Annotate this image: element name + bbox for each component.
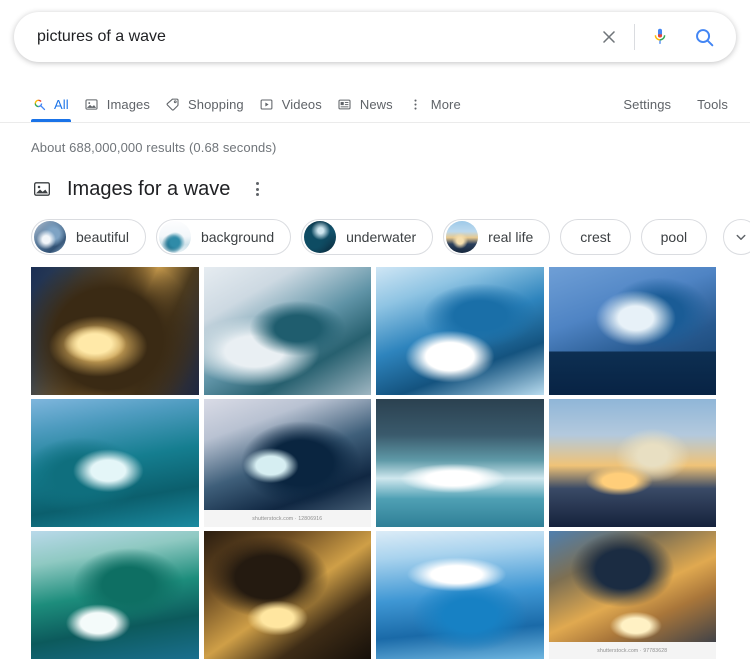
wave-image	[31, 531, 199, 659]
newspaper-icon	[337, 96, 353, 112]
image-result-9[interactable]	[31, 531, 199, 659]
tab-all[interactable]: All	[28, 86, 72, 122]
image-watermark: shutterstock.com · 12806916	[203, 510, 371, 527]
chip-label: underwater	[346, 229, 417, 245]
tab-news[interactable]: News	[334, 86, 396, 122]
chip-thumbnail	[304, 221, 337, 253]
chevron-down-icon	[736, 234, 746, 240]
wave-image	[548, 531, 716, 659]
expand-chips-button[interactable]	[723, 219, 750, 255]
wave-image	[548, 267, 716, 395]
voice-search-button[interactable]	[645, 22, 675, 52]
search-nav-bar: All Images Shopping Videos News More Set…	[0, 86, 750, 122]
image-result-12[interactable]: shutterstock.com · 97783628	[548, 531, 716, 659]
nav-right-actions: Settings Tools	[597, 86, 728, 122]
chip-underwater[interactable]: underwater	[301, 219, 434, 255]
image-result-1[interactable]	[31, 267, 199, 395]
chip-real-life[interactable]: real life	[443, 219, 551, 255]
images-block-menu-button[interactable]	[248, 178, 266, 200]
page-title: Images for a wave	[67, 177, 231, 200]
chip-thumbnail	[34, 221, 66, 253]
wave-image	[548, 399, 716, 527]
chip-crest[interactable]: crest	[560, 219, 631, 255]
tab-news-label: News	[359, 96, 393, 112]
search-icon	[695, 28, 713, 46]
wave-image	[376, 399, 544, 527]
image-result-10[interactable]	[203, 531, 371, 659]
tab-images-label: Images	[106, 96, 150, 112]
kebab-menu-icon	[408, 96, 424, 112]
image-result-6[interactable]: shutterstock.com · 12806916	[203, 399, 371, 527]
wave-image	[31, 399, 199, 527]
wave-image	[203, 531, 371, 659]
video-play-icon	[259, 96, 275, 112]
wave-image	[203, 267, 371, 395]
tag-icon	[165, 96, 181, 112]
chip-background[interactable]: background	[155, 219, 292, 255]
chip-label: real life	[488, 229, 534, 245]
tab-videos[interactable]: Videos	[256, 86, 325, 122]
microphone-icon	[654, 28, 666, 45]
tab-more-label: More	[430, 96, 461, 112]
clear-search-button[interactable]	[594, 22, 624, 52]
wave-image	[203, 399, 371, 527]
search-bar-container	[14, 12, 736, 62]
tab-videos-label: Videos	[281, 96, 322, 112]
image-result-3[interactable]	[376, 267, 544, 395]
nav-tabs: All Images Shopping Videos News More	[28, 86, 473, 122]
nav-bottom-divider	[0, 122, 750, 123]
related-search-chips: beautiful background underwater real lif…	[31, 219, 750, 255]
images-block-header: Images for a wave	[31, 174, 266, 204]
search-input[interactable]	[37, 25, 594, 49]
search-submit-button[interactable]	[689, 22, 719, 52]
search-bar[interactable]	[14, 12, 736, 62]
image-icon	[31, 178, 53, 200]
chip-thumbnail	[446, 221, 479, 253]
tab-images[interactable]: Images	[81, 86, 153, 122]
chip-label: beautiful	[76, 229, 129, 245]
image-results-grid: shutterstock.com · 12806916 shutterstock…	[31, 267, 716, 659]
image-result-5[interactable]	[31, 399, 199, 527]
settings-button[interactable]: Settings	[623, 97, 671, 112]
chip-label: pool	[660, 229, 688, 245]
google-search-icon	[31, 96, 47, 112]
tab-shopping-label: Shopping	[187, 96, 244, 112]
chip-thumbnail	[158, 221, 191, 253]
image-result-11[interactable]	[376, 531, 544, 659]
image-watermark: shutterstock.com · 97783628	[548, 642, 716, 659]
tab-shopping[interactable]: Shopping	[162, 86, 247, 122]
search-bar-divider	[634, 24, 635, 50]
wave-image	[376, 267, 544, 395]
tab-all-label: All	[54, 96, 69, 112]
chip-label: background	[200, 229, 275, 245]
chip-label: crest	[580, 229, 611, 245]
wave-image	[31, 267, 199, 395]
image-result-2[interactable]	[203, 267, 371, 395]
wave-image	[376, 531, 544, 659]
tools-button[interactable]: Tools	[697, 97, 728, 112]
result-stats: About 688,000,000 results (0.68 seconds)	[31, 140, 277, 155]
image-result-8[interactable]	[548, 399, 716, 527]
chip-beautiful[interactable]: beautiful	[31, 219, 146, 255]
image-result-7[interactable]	[376, 399, 544, 527]
chip-pool[interactable]: pool	[640, 219, 708, 255]
image-result-4[interactable]	[548, 267, 716, 395]
close-icon	[603, 31, 615, 43]
tab-more[interactable]: More	[405, 86, 464, 122]
image-icon	[84, 96, 100, 112]
